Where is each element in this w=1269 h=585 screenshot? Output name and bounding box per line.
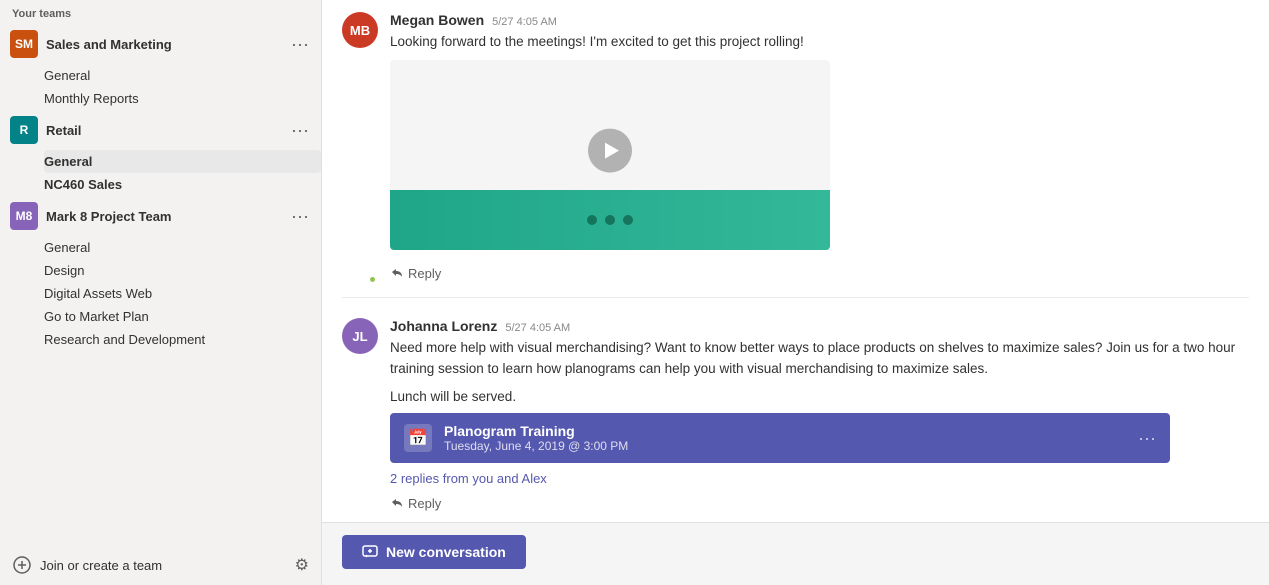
reply-label-johanna: Reply xyxy=(408,496,441,511)
channel-research-dev[interactable]: Research and Development xyxy=(44,328,321,351)
team-more-sales[interactable]: ··· xyxy=(287,35,313,53)
reply-btn-johanna[interactable]: Reply xyxy=(390,492,449,515)
reply-icon-johanna xyxy=(390,497,404,511)
your-teams-label: Your teams xyxy=(0,0,321,24)
event-title: Planogram Training xyxy=(444,423,1126,439)
video-dot-3 xyxy=(623,215,633,225)
channel-design[interactable]: Design xyxy=(44,259,321,282)
msg-lunch-line: Lunch will be served. xyxy=(390,387,1249,407)
channel-general-mark8[interactable]: General xyxy=(44,236,321,259)
msg-author-megan: Megan Bowen xyxy=(390,12,484,28)
reply-btn-megan[interactable]: Reply xyxy=(390,262,449,285)
video-dot-1 xyxy=(587,215,597,225)
event-calendar-icon: 📅 xyxy=(404,424,432,452)
team-avatar-retail: R xyxy=(10,116,38,144)
join-create-team[interactable]: Join or create a team ⚙ xyxy=(0,545,321,585)
msg-time-megan: 5/27 4:05 AM xyxy=(492,16,557,28)
chat-scroll[interactable]: MB Megan Bowen 5/27 4:05 AM Looking forw… xyxy=(322,0,1269,522)
team-name-sales: Sales and Marketing xyxy=(46,37,287,52)
team-more-mark8[interactable]: ··· xyxy=(287,207,313,225)
channel-general-retail[interactable]: General xyxy=(44,150,321,173)
event-time: Tuesday, June 4, 2019 @ 3:00 PM xyxy=(444,439,1126,453)
channel-digital-assets[interactable]: Digital Assets Web xyxy=(44,282,321,305)
channel-nc460-sales[interactable]: NC460 Sales xyxy=(44,173,321,196)
video-dots xyxy=(587,215,633,225)
play-button[interactable] xyxy=(588,129,632,173)
avatar-wrap-megan: MB xyxy=(342,12,378,285)
new-conversation-label: New conversation xyxy=(386,544,506,560)
team-mark8[interactable]: M8 Mark 8 Project Team ··· xyxy=(0,196,321,236)
team-avatar-mark8: M8 xyxy=(10,202,38,230)
avatar-johanna: JL xyxy=(342,318,378,354)
event-more-btn[interactable]: ··· xyxy=(1138,428,1156,449)
main-chat: MB Megan Bowen 5/27 4:05 AM Looking forw… xyxy=(322,0,1269,585)
video-bottom-bar xyxy=(390,190,830,250)
team-name-retail: Retail xyxy=(46,123,287,138)
message-megan: MB Megan Bowen 5/27 4:05 AM Looking forw… xyxy=(342,0,1249,289)
bottom-bar: New conversation xyxy=(322,522,1269,585)
sidebar: Your teams SM Sales and Marketing ··· Ge… xyxy=(0,0,322,585)
settings-icon[interactable]: ⚙ xyxy=(295,555,309,575)
channel-list-mark8: General Design Digital Assets Web Go to … xyxy=(0,236,321,351)
add-team-icon xyxy=(12,555,32,575)
msg-header-johanna: Johanna Lorenz 5/27 4:05 AM xyxy=(390,318,1249,334)
team-avatar-sales: SM xyxy=(10,30,38,58)
channel-monthly-reports[interactable]: Monthly Reports xyxy=(44,87,321,110)
team-name-mark8: Mark 8 Project Team xyxy=(46,209,287,224)
new-conversation-button[interactable]: New conversation xyxy=(342,535,526,569)
msg-body-johanna: Johanna Lorenz 5/27 4:05 AM Need more he… xyxy=(390,318,1249,515)
avatar-megan: MB xyxy=(342,12,378,48)
join-create-label: Join or create a team xyxy=(40,558,287,573)
event-card-planogram[interactable]: 📅 Planogram Training Tuesday, June 4, 20… xyxy=(390,413,1170,463)
team-more-retail[interactable]: ··· xyxy=(287,121,313,139)
online-indicator-megan xyxy=(368,275,377,284)
avatar-wrap-johanna: JL xyxy=(342,318,378,515)
divider-1 xyxy=(342,297,1249,298)
replies-link[interactable]: 2 replies from you and Alex xyxy=(390,469,547,488)
channel-go-to-market[interactable]: Go to Market Plan xyxy=(44,305,321,328)
team-retail[interactable]: R Retail ··· xyxy=(0,110,321,150)
msg-time-johanna: 5/27 4:05 AM xyxy=(505,322,570,334)
msg-header-megan: Megan Bowen 5/27 4:05 AM xyxy=(390,12,1249,28)
msg-text-megan: Looking forward to the meetings! I'm exc… xyxy=(390,32,1249,52)
msg-author-johanna: Johanna Lorenz xyxy=(390,318,497,334)
message-johanna: JL Johanna Lorenz 5/27 4:05 AM Need more… xyxy=(342,306,1249,519)
event-info: Planogram Training Tuesday, June 4, 2019… xyxy=(444,423,1126,453)
channel-list-retail: General NC460 Sales xyxy=(0,150,321,196)
team-sales-marketing[interactable]: SM Sales and Marketing ··· xyxy=(0,24,321,64)
channel-list-sales: General Monthly Reports xyxy=(0,64,321,110)
channel-general-sales[interactable]: General xyxy=(44,64,321,87)
new-conv-icon xyxy=(362,544,378,560)
msg-body-megan: Megan Bowen 5/27 4:05 AM Looking forward… xyxy=(390,12,1249,285)
msg-text-johanna: Need more help with visual merchandising… xyxy=(390,338,1249,379)
video-placeholder[interactable] xyxy=(390,60,830,250)
reply-label-megan: Reply xyxy=(408,266,441,281)
reply-icon-megan xyxy=(390,267,404,281)
video-dot-2 xyxy=(605,215,615,225)
